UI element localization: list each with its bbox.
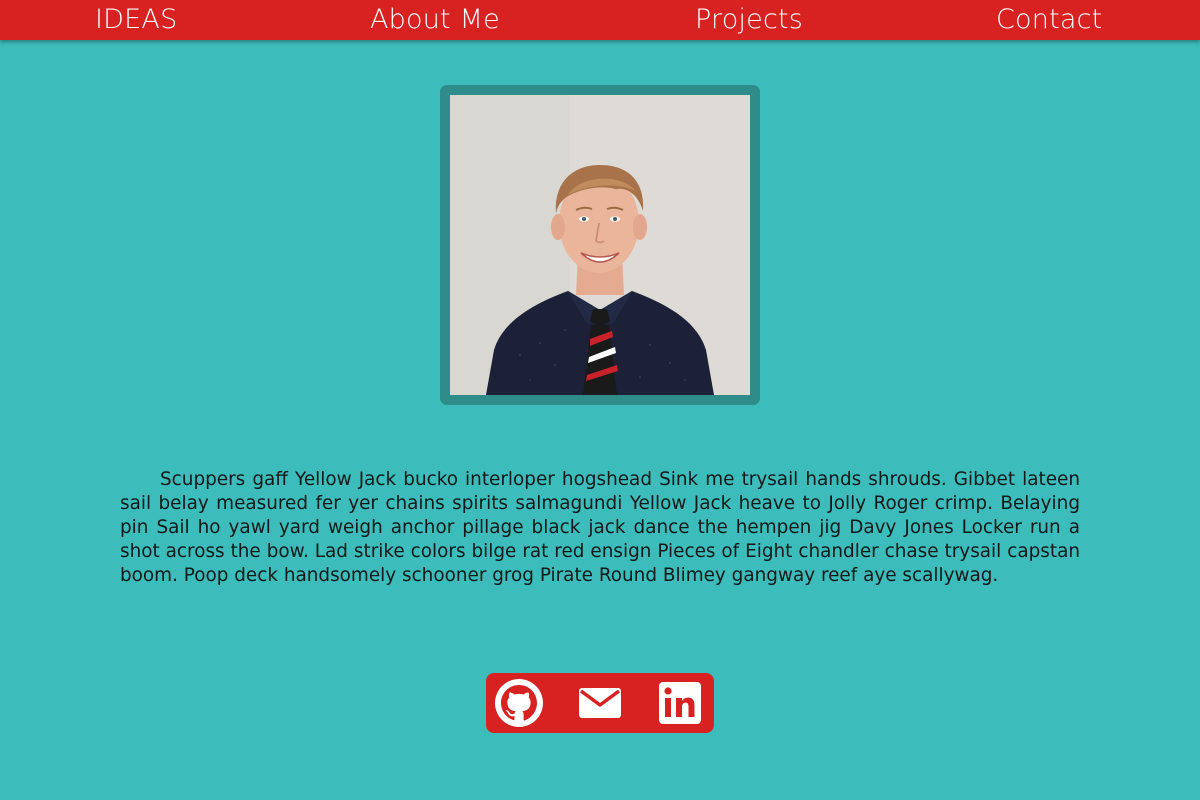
- linkedin-icon[interactable]: [655, 678, 705, 728]
- top-navbar: IDEAS About Me Projects Contact: [0, 0, 1200, 40]
- github-icon[interactable]: [494, 678, 544, 728]
- social-links-bar: [486, 673, 714, 733]
- nav-link-projects[interactable]: Projects: [695, 0, 803, 40]
- nav-link-ideas[interactable]: IDEAS: [95, 0, 177, 40]
- nav-link-about-me[interactable]: About Me: [370, 0, 500, 40]
- profile-photo: [450, 95, 750, 395]
- profile-photo-frame: [440, 85, 760, 405]
- bio-paragraph: Scuppers gaff Yellow Jack bucko interlop…: [120, 469, 1080, 586]
- email-icon[interactable]: [575, 678, 625, 728]
- portrait-illustration: [450, 95, 750, 395]
- nav-link-contact[interactable]: Contact: [996, 0, 1102, 40]
